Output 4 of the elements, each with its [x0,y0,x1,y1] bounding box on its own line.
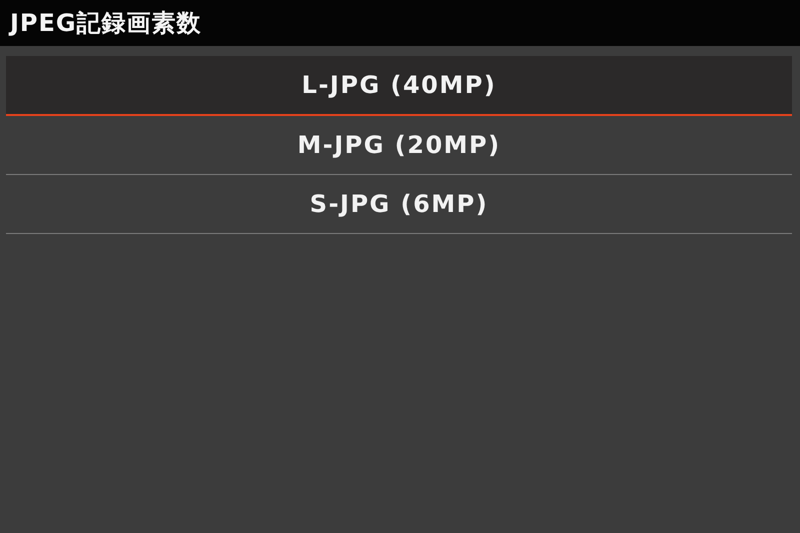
menu-title: JPEG記録画素数 [10,8,202,39]
menu-option[interactable]: L-JPG (40MP) [6,56,792,116]
menu-option[interactable]: M-JPG (20MP) [6,116,792,175]
menu-option[interactable]: S-JPG (6MP) [6,175,792,234]
